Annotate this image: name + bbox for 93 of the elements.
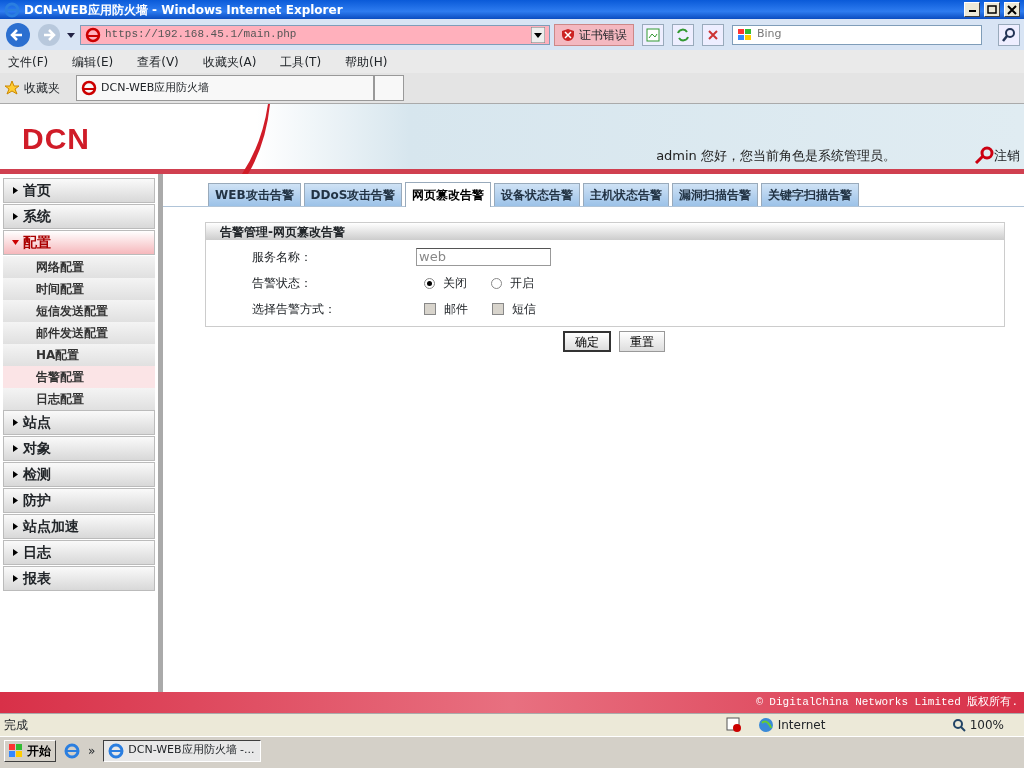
tab[interactable]: 设备状态告警 xyxy=(494,183,581,206)
dropdown-icon[interactable] xyxy=(531,26,545,43)
maximize-button[interactable] xyxy=(984,2,1000,17)
page-icon xyxy=(81,80,97,96)
field-label: 服务名称： xyxy=(251,249,313,266)
page-icon xyxy=(85,26,101,43)
radio-button[interactable] xyxy=(491,277,502,289)
search-field[interactable]: Bing xyxy=(732,24,982,45)
option-label: 开启 xyxy=(510,275,534,292)
dropdown-icon[interactable] xyxy=(66,30,76,39)
close-button[interactable] xyxy=(1004,2,1020,17)
sidebar-item[interactable]: 站点加速 xyxy=(3,514,155,539)
menu-item[interactable]: 文件(F) xyxy=(8,52,49,71)
key-icon xyxy=(974,146,994,165)
close-icon xyxy=(1007,4,1017,15)
menu-item[interactable]: 收藏夹(A) xyxy=(202,52,257,71)
logout-link[interactable]: 注销 xyxy=(974,145,1020,165)
sidebar-item[interactable]: 报表 xyxy=(3,566,155,591)
windows-logo-icon xyxy=(737,27,753,42)
zoom-icon xyxy=(951,718,966,732)
caret-right-icon xyxy=(12,497,19,504)
windows-logo-icon xyxy=(9,743,23,758)
browser-icon xyxy=(108,742,125,759)
form-button[interactable]: 确定 xyxy=(562,331,611,352)
option-label: 关闭 xyxy=(443,275,467,292)
sidebar-item[interactable]: 对象 xyxy=(3,436,155,461)
tab[interactable]: 网页篡改告警 xyxy=(405,182,492,207)
sidebar-item[interactable]: 系统 xyxy=(3,204,155,229)
caret-right-icon xyxy=(12,471,19,478)
new-tab-button[interactable] xyxy=(374,75,404,101)
menu-item[interactable]: 编辑(E) xyxy=(72,52,114,71)
sidebar-item[interactable]: 首页 xyxy=(3,178,155,203)
maximize-icon xyxy=(987,5,997,14)
zone-text: Internet xyxy=(757,716,888,734)
start-button[interactable]: 开始 xyxy=(4,739,56,762)
tab[interactable]: 关键字扫描告警 xyxy=(761,183,860,206)
greeting-text: admin 您好，您当前角色是系统管理员。 xyxy=(656,146,896,165)
favorites-button[interactable]: 收藏夹 xyxy=(4,79,60,97)
swoosh-drawing xyxy=(240,104,270,174)
zoom-button[interactable]: 100% xyxy=(951,716,1004,734)
sidebar-item[interactable]: 检测 xyxy=(3,462,155,487)
caret-down-icon xyxy=(12,239,19,246)
caret-right-icon xyxy=(12,549,19,556)
text-field[interactable]: web xyxy=(416,248,551,266)
caret-right-icon xyxy=(12,575,19,582)
more-button[interactable]: » xyxy=(88,741,96,760)
sidebar-subitem[interactable]: 网络配置 xyxy=(3,256,155,278)
option-label: 短信 xyxy=(512,301,536,318)
address-field[interactable]: https://192.168.45.1/main.php xyxy=(80,24,550,45)
tab[interactable]: WEB攻击告警 xyxy=(208,183,301,206)
field-label: 告警状态： xyxy=(251,275,313,292)
sidebar-item[interactable]: 站点 xyxy=(3,410,155,435)
footer-text: © DigitalChina Networks Limited 版权所有. xyxy=(0,692,1024,713)
menu-item[interactable]: 工具(T) xyxy=(280,52,322,71)
sidebar-subitem[interactable]: 告警配置 xyxy=(3,366,155,388)
browser-icon xyxy=(4,1,20,18)
sidebar-subitem[interactable]: HA配置 xyxy=(3,344,155,366)
caret-right-icon xyxy=(12,187,19,194)
minimize-button[interactable] xyxy=(964,2,980,17)
menu-item[interactable]: 查看(V) xyxy=(137,52,179,71)
option-label: 邮件 xyxy=(444,301,468,318)
window-title: DCN-WEB应用防火墙 - Windows Internet Explorer xyxy=(24,1,344,19)
caret-right-icon xyxy=(12,419,19,426)
sidebar-subitem[interactable]: 短信发送配置 xyxy=(3,300,155,322)
field-label: 选择告警方式： xyxy=(251,301,337,318)
tab[interactable]: 漏洞扫描告警 xyxy=(672,183,759,206)
star-icon xyxy=(4,80,20,96)
sidebar-subitem[interactable]: 日志配置 xyxy=(3,388,155,410)
logo: DCN xyxy=(22,121,90,157)
minimize-icon xyxy=(968,10,976,12)
panel-title: 告警管理-网页篡改告警 xyxy=(206,223,1004,240)
tab[interactable]: DDoS攻击告警 xyxy=(303,183,403,206)
sidebar-item[interactable]: 防护 xyxy=(3,488,155,513)
browser-icon[interactable] xyxy=(64,742,80,759)
shield-icon xyxy=(561,27,575,42)
search-icon[interactable] xyxy=(1001,26,1017,43)
caret-right-icon xyxy=(12,213,19,220)
status-text: 完成 xyxy=(4,717,29,734)
sidebar-item[interactable]: 日志 xyxy=(3,540,155,565)
taskbar-button[interactable]: DCN-WEB应用防火墙 -... xyxy=(103,739,262,762)
sidebar-item[interactable]: 配置 xyxy=(3,230,155,255)
menu-item[interactable]: 帮助(H) xyxy=(345,52,388,71)
globe-icon xyxy=(757,717,774,733)
caret-right-icon xyxy=(12,523,19,530)
form-button[interactable]: 重置 xyxy=(618,331,665,352)
tab[interactable]: 主机状态告警 xyxy=(583,183,670,206)
certificate-error-button[interactable]: 证书错误 xyxy=(554,23,634,46)
browser-tab[interactable]: DCN-WEB应用防火墙 xyxy=(76,75,374,101)
sidebar-subitem[interactable]: 邮件发送配置 xyxy=(3,322,155,344)
back-icon[interactable] xyxy=(4,20,32,49)
sidebar-subitem[interactable]: 时间配置 xyxy=(3,278,155,300)
radio-button[interactable] xyxy=(424,277,435,289)
caret-right-icon xyxy=(12,445,19,452)
